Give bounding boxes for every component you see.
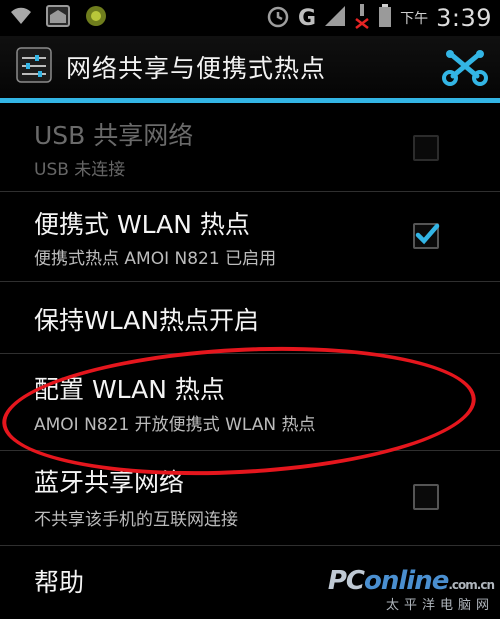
battery-icon — [378, 4, 392, 32]
item-subtitle: 不共享该手机的互联网连接 — [34, 510, 238, 530]
page-title: 网络共享与便携式热点 — [66, 54, 327, 83]
watermark-brand-prefix: PC — [327, 566, 365, 596]
sd-card-icon — [46, 5, 70, 31]
item-title: 保持WLAN热点开启 — [34, 306, 260, 335]
status-bar: G 下午 3:39 — [0, 0, 500, 36]
clock-ampm: 下午 — [400, 11, 429, 27]
item-title: 帮助 — [34, 568, 85, 597]
usb-tethering-checkbox[interactable] — [413, 135, 439, 161]
pconline-watermark: PConline.com.cn 太平洋电脑网 — [327, 566, 495, 613]
watermark-brand: PConline.com.cn — [327, 566, 495, 596]
item-subtitle: USB 未连接 — [34, 160, 126, 180]
settings-sliders-icon[interactable] — [0, 47, 52, 87]
checkmark-icon — [415, 223, 440, 245]
action-bar: 网络共享与便携式热点 — [0, 36, 500, 98]
usb-debug-icon — [84, 4, 108, 32]
clock-time: 3:39 — [436, 4, 492, 32]
no-sim-icon — [354, 3, 370, 33]
usb-tethering-item[interactable]: USB 共享网络 USB 未连接 — [0, 103, 500, 192]
signal-icon — [324, 4, 346, 32]
item-title: USB 共享网络 — [34, 121, 194, 150]
keep-hotspot-on-item[interactable]: 保持WLAN热点开启 — [0, 282, 500, 354]
watermark-brand-domain: .com.cn — [448, 578, 495, 592]
watermark-brand-suffix: online — [364, 566, 449, 596]
portable-hotspot-checkbox[interactable] — [413, 223, 440, 249]
portable-hotspot-item[interactable]: 便携式 WLAN 热点 便携式热点 AMOI N821 已启用 — [0, 192, 500, 282]
item-title: 便携式 WLAN 热点 — [34, 210, 250, 239]
item-subtitle: 便携式热点 AMOI N821 已启用 — [34, 249, 277, 269]
bluetooth-tethering-checkbox[interactable] — [413, 484, 439, 510]
wifi-icon — [10, 6, 32, 30]
watermark-tagline: 太平洋电脑网 — [385, 598, 494, 613]
alarm-icon — [266, 4, 290, 32]
network-type-label: G — [298, 5, 317, 31]
